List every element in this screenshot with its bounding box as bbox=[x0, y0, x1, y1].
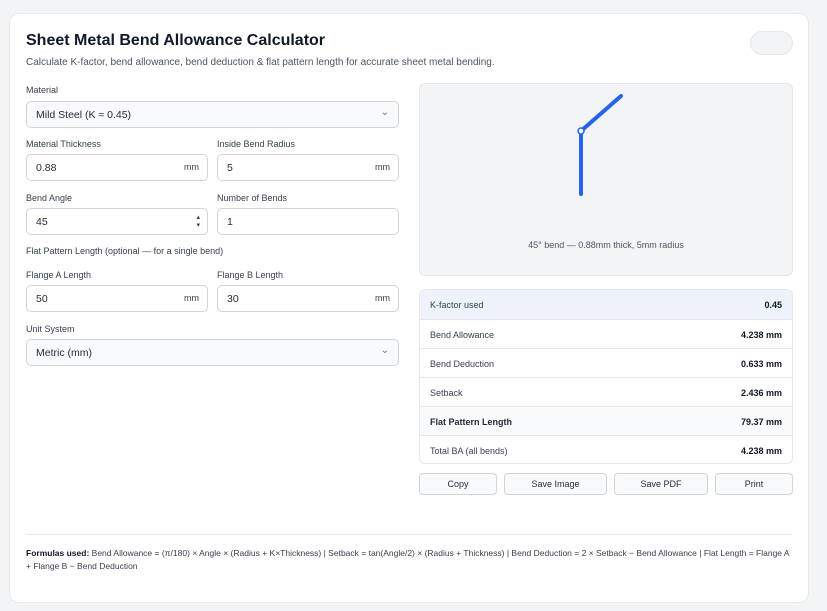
flange-b-label: Flange B Length bbox=[217, 270, 284, 280]
unit-system-select[interactable]: Metric (mm) ⌄ bbox=[26, 339, 399, 366]
result-label: Bend Allowance bbox=[430, 330, 495, 340]
flange-b-unit: mm bbox=[375, 293, 390, 303]
result-row-flat-pattern-length: Flat Pattern Length 79.37 mm bbox=[420, 406, 792, 435]
result-value: 0.633 mm bbox=[740, 359, 782, 369]
calculator-card: Sheet Metal Bend Allowance Calculator Ca… bbox=[9, 13, 809, 603]
flange-a-label: Flange A Length bbox=[26, 270, 92, 280]
material-select-value: Mild Steel (K ≈ 0.45) bbox=[36, 109, 132, 121]
result-value: 4.238 mm bbox=[740, 330, 782, 340]
thickness-input-value: 0.88 bbox=[36, 162, 57, 174]
result-row-total-ba: Total BA (all bends) 4.238 mm bbox=[420, 435, 792, 463]
unit-system-select-value: Metric (mm) bbox=[36, 347, 92, 359]
bent-sheet-profile bbox=[579, 94, 623, 196]
radius-unit: mm bbox=[375, 162, 390, 172]
material-label: Material bbox=[26, 85, 59, 95]
result-label: Setback bbox=[430, 388, 463, 398]
chevron-down-icon: ⌄ bbox=[380, 345, 389, 356]
formulas-label: Formulas used: bbox=[26, 548, 90, 558]
thickness-input[interactable]: 0.88 mm bbox=[26, 154, 208, 181]
formulas-text: Bend Allowance = (π/180) × Angle × (Radi… bbox=[26, 548, 790, 571]
result-row-setback: Setback 2.436 mm bbox=[420, 377, 792, 406]
material-select[interactable]: Mild Steel (K ≈ 0.45) ⌄ bbox=[26, 101, 399, 128]
radius-input-value: 5 bbox=[227, 162, 233, 174]
result-value: 2.436 mm bbox=[740, 388, 782, 398]
angle-input[interactable]: 45 ▴ ▾ bbox=[26, 208, 208, 235]
print-button[interactable]: Print bbox=[715, 473, 793, 495]
flange-b-input-value: 30 bbox=[227, 293, 239, 305]
result-value: 4.238 mm bbox=[740, 446, 782, 456]
result-label: Flat Pattern Length bbox=[430, 417, 513, 427]
save-image-button[interactable]: Save Image bbox=[504, 473, 607, 495]
result-label: K-factor used bbox=[430, 300, 484, 310]
bend-preview-panel: 45° bend — 0.88mm thick, 5mm radius bbox=[419, 83, 793, 276]
chevron-down-icon: ⌄ bbox=[380, 107, 389, 118]
flange-b-input[interactable]: 30 mm bbox=[217, 285, 399, 312]
result-label: Total BA (all bends) bbox=[430, 446, 508, 456]
footer-divider bbox=[26, 534, 792, 535]
flat-pattern-section-label: Flat Pattern Length (optional — for a si… bbox=[26, 246, 224, 256]
angle-input-value: 45 bbox=[36, 216, 48, 228]
theme-toggle[interactable] bbox=[750, 31, 793, 55]
result-row-bend-allowance: Bend Allowance 4.238 mm bbox=[420, 319, 792, 348]
page-title: Sheet Metal Bend Allowance Calculator bbox=[26, 32, 326, 49]
result-label: Bend Deduction bbox=[430, 359, 495, 369]
thickness-unit: mm bbox=[184, 162, 199, 172]
results-table: K-factor used 0.45 Bend Allowance 4.238 … bbox=[419, 289, 793, 464]
bends-input[interactable]: 1 bbox=[217, 208, 399, 235]
flange-a-input[interactable]: 50 mm bbox=[26, 285, 208, 312]
radius-input[interactable]: 5 mm bbox=[217, 154, 399, 181]
formulas-note: Formulas used: Bend Allowance = (π/180) … bbox=[26, 547, 792, 573]
result-row-bend-deduction: Bend Deduction 0.633 mm bbox=[420, 348, 792, 377]
result-value: 0.45 bbox=[764, 300, 782, 310]
result-row-k-factor: K-factor used 0.45 bbox=[420, 290, 792, 319]
result-value: 79.37 mm bbox=[740, 417, 782, 427]
preview-caption: 45° bend — 0.88mm thick, 5mm radius bbox=[528, 240, 684, 250]
flange-a-input-value: 50 bbox=[36, 293, 48, 305]
bend-point-marker bbox=[577, 127, 585, 135]
page-subtitle: Calculate K-factor, bend allowance, bend… bbox=[26, 57, 495, 68]
spinner-icon[interactable]: ▴ ▾ bbox=[196, 213, 200, 229]
bends-label: Number of Bends bbox=[217, 193, 288, 203]
angle-label: Bend Angle bbox=[26, 193, 73, 203]
radius-label: Inside Bend Radius bbox=[217, 139, 296, 149]
unit-system-label: Unit System bbox=[26, 324, 75, 334]
thickness-label: Material Thickness bbox=[26, 139, 101, 149]
save-pdf-button[interactable]: Save PDF bbox=[614, 473, 708, 495]
copy-button[interactable]: Copy bbox=[419, 473, 497, 495]
flange-a-unit: mm bbox=[184, 293, 199, 303]
bends-input-value: 1 bbox=[227, 216, 233, 228]
